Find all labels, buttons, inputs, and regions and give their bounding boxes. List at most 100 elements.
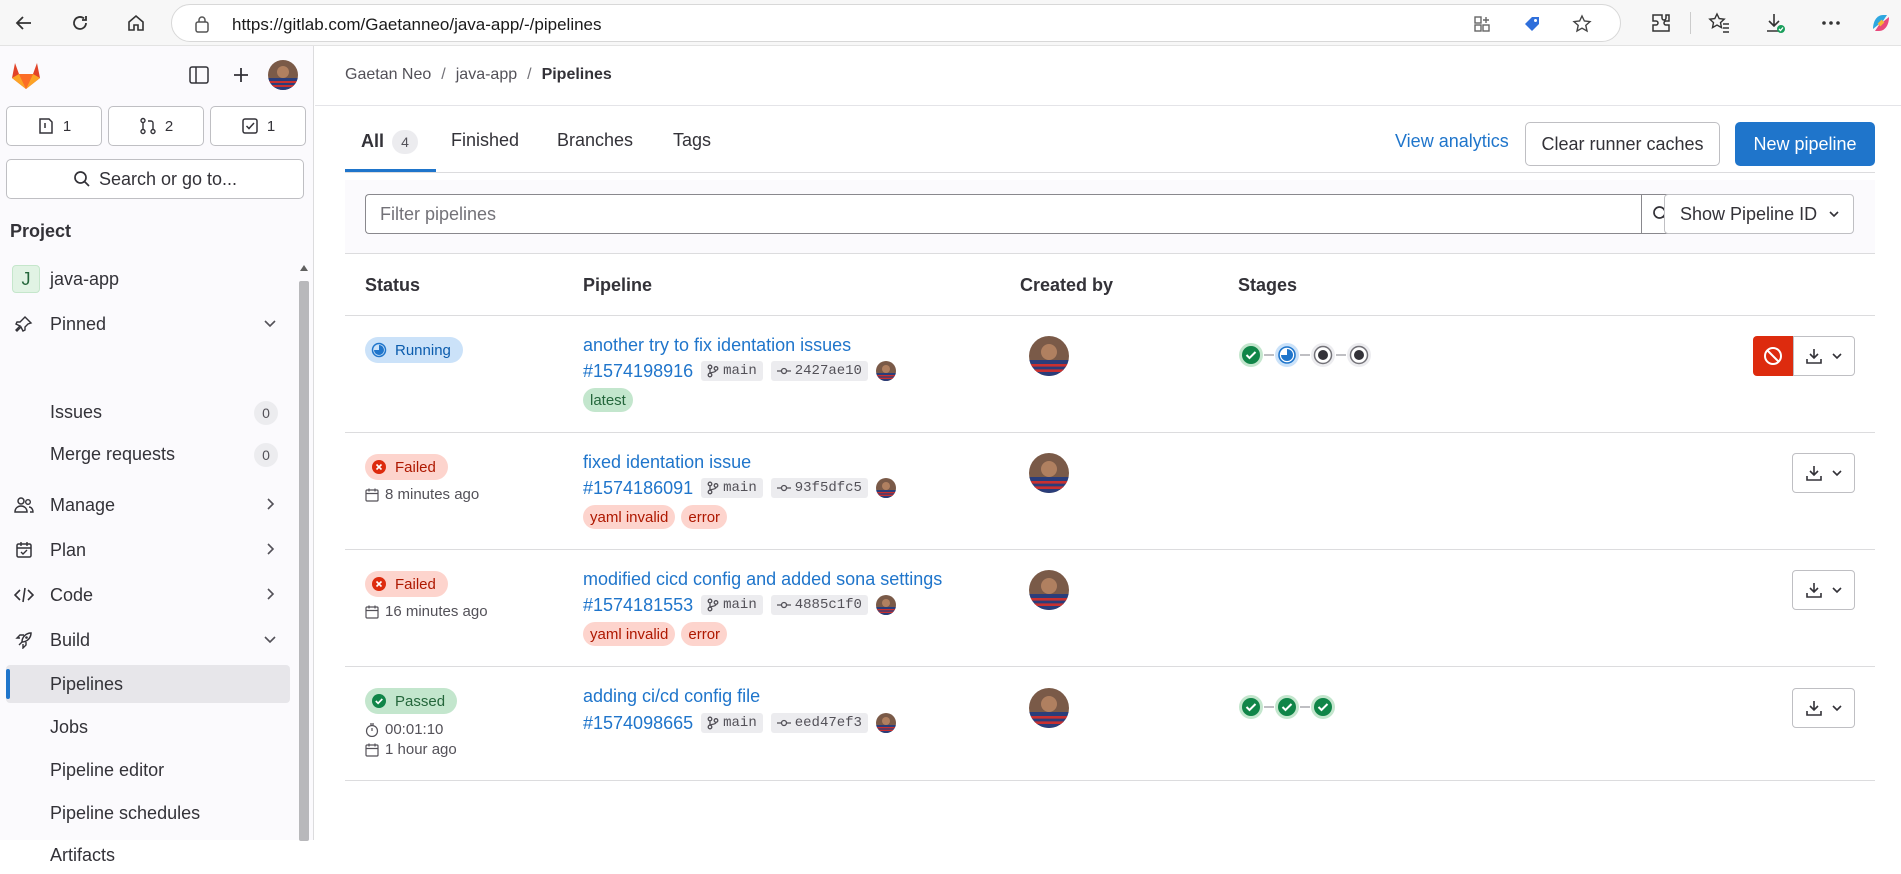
status-badge-running[interactable]: Running [365, 337, 463, 363]
commit-ref[interactable]: 2427ae10 [770, 361, 868, 381]
price-tag-icon[interactable] [1522, 14, 1542, 34]
branch-name: main [723, 597, 757, 613]
sidebar-toggle-icon[interactable] [186, 62, 212, 88]
merge-requests-count: 2 [164, 117, 174, 135]
breadcrumb-project-link[interactable]: java-app [456, 66, 517, 83]
pipeline-tag-yaml-invalid: yaml invalid [583, 505, 676, 529]
pipeline-id-link[interactable]: #1574181553 [583, 595, 693, 616]
creator-avatar[interactable] [1029, 688, 1069, 728]
sidebar-item-pipelines[interactable]: Pipelines [6, 665, 290, 703]
sidebar-item-build[interactable]: Build [6, 621, 290, 659]
commit-author-avatar[interactable] [875, 713, 896, 733]
favorite-star-icon[interactable] [1572, 14, 1592, 34]
create-new-icon[interactable] [228, 62, 254, 88]
commit-author-avatar[interactable] [875, 595, 896, 615]
creator-avatar[interactable] [1029, 336, 1069, 376]
breadcrumb-current[interactable]: Pipelines [542, 66, 612, 83]
pipeline-title-link[interactable]: fixed identation issue [583, 452, 751, 473]
scrollbar-thumb[interactable] [299, 281, 309, 841]
sidebar-item-pinned[interactable]: Pinned [6, 305, 290, 343]
stage-success-icon[interactable] [1238, 694, 1264, 720]
todos-button[interactable]: 1 [210, 106, 306, 146]
status-badge-failed[interactable]: Failed [365, 571, 448, 597]
merge-requests-button[interactable]: 2 [108, 106, 204, 146]
favorites-icon[interactable] [1706, 10, 1732, 36]
sidebar-item-artifacts[interactable]: Artifacts [6, 836, 290, 874]
clear-runner-caches-button[interactable]: Clear runner caches [1525, 122, 1720, 166]
commit-ref[interactable]: 4885c1f0 [770, 595, 868, 615]
sidebar-scrollbar[interactable] [298, 261, 310, 841]
dropdown-label: Show Pipeline ID [1680, 203, 1818, 224]
back-icon[interactable] [8, 7, 40, 39]
home-icon[interactable] [120, 7, 152, 39]
sidebar-item-issues[interactable]: Issues 0 [6, 393, 290, 431]
breadcrumb-owner-link[interactable]: Gaetan Neo [345, 66, 431, 83]
sidebar-item-plan[interactable]: Plan [6, 531, 290, 569]
branch-ref[interactable]: main [701, 361, 763, 381]
commit-ref[interactable]: 93f5dfc5 [770, 478, 868, 498]
table-divider [345, 666, 1875, 667]
pipeline-id-link[interactable]: #1574198916 [583, 361, 693, 382]
lock-icon[interactable] [194, 15, 210, 33]
copilot-icon[interactable] [1868, 10, 1894, 36]
sidebar-item-project[interactable]: J java-app [6, 260, 290, 298]
pipeline-id-link[interactable]: #1574098665 [583, 713, 693, 734]
download-artifacts-button[interactable] [1793, 336, 1855, 376]
creator-avatar[interactable] [1029, 453, 1069, 493]
sidebar-item-merge-requests[interactable]: Merge requests 0 [6, 435, 290, 473]
commit-ref[interactable]: eed47ef3 [770, 713, 868, 733]
pipeline-title-link[interactable]: another try to fix identation issues [583, 335, 851, 356]
branch-ref[interactable]: main [701, 478, 763, 498]
filter-pipelines-input[interactable] [365, 194, 1641, 234]
view-analytics-link[interactable]: View analytics [1395, 131, 1509, 152]
gitlab-logo[interactable] [10, 60, 42, 90]
stage-success-icon[interactable] [1238, 342, 1264, 368]
creator-avatar[interactable] [1029, 570, 1069, 610]
stage-created-icon[interactable] [1310, 342, 1336, 368]
stage-success-icon[interactable] [1310, 694, 1336, 720]
more-options-icon[interactable] [1818, 10, 1844, 36]
calendar-icon [365, 488, 379, 502]
sidebar-item-label: Code [50, 584, 94, 605]
downloads-icon[interactable] [1762, 10, 1788, 36]
tab-all[interactable]: All 4 [361, 130, 419, 170]
url-text[interactable]: https://gitlab.com/Gaetanneo/java-app/-/… [232, 15, 602, 35]
sidebar-item-pipeline-schedules[interactable]: Pipeline schedules [6, 794, 290, 832]
download-artifacts-button[interactable] [1792, 688, 1855, 728]
pipeline-id-link[interactable]: #1574186091 [583, 478, 693, 499]
stage-created-icon[interactable] [1346, 342, 1372, 368]
assigned-issues-button[interactable]: 1 [6, 106, 102, 146]
commit-author-avatar[interactable] [875, 361, 896, 381]
status-badge-passed[interactable]: Passed [365, 688, 458, 714]
stage-success-icon[interactable] [1274, 694, 1300, 720]
extensions-icon[interactable] [1648, 10, 1674, 36]
branch-ref[interactable]: main [701, 595, 763, 615]
search-or-go-button[interactable]: Search or go to... [6, 159, 304, 199]
tab-finished[interactable]: Finished [451, 130, 519, 170]
show-pipeline-id-dropdown[interactable]: Show Pipeline ID [1664, 194, 1854, 234]
cancel-pipeline-button[interactable] [1753, 336, 1793, 376]
status-badge-failed[interactable]: Failed [365, 454, 448, 480]
user-avatar[interactable] [268, 60, 298, 90]
refresh-icon[interactable] [64, 7, 96, 39]
sidebar-item-pipeline-editor[interactable]: Pipeline editor [6, 751, 290, 789]
branch-ref[interactable]: main [701, 713, 763, 733]
pipeline-title-link[interactable]: modified cicd config and added sona sett… [583, 569, 942, 590]
download-artifacts-button[interactable] [1792, 453, 1855, 493]
timer-icon [365, 722, 379, 737]
commit-author-avatar[interactable] [875, 478, 896, 498]
commit-sha: eed47ef3 [794, 715, 862, 731]
tab-tags[interactable]: Tags [673, 130, 711, 170]
new-pipeline-button[interactable]: New pipeline [1735, 122, 1875, 166]
download-artifacts-button[interactable] [1792, 570, 1855, 610]
scroll-up-arrow-icon[interactable] [298, 261, 310, 275]
sidebar-item-manage[interactable]: Manage [6, 486, 290, 524]
sidebar-item-label: Jobs [50, 716, 89, 737]
stage-running-icon[interactable] [1274, 342, 1300, 368]
address-bar[interactable]: https://gitlab.com/Gaetanneo/java-app/-/… [171, 4, 1621, 42]
tab-branches[interactable]: Branches [557, 130, 633, 170]
pipeline-title-link[interactable]: adding ci/cd config file [583, 686, 760, 707]
sidebar-item-jobs[interactable]: Jobs [6, 708, 290, 746]
app-available-icon[interactable] [1472, 14, 1492, 34]
sidebar-item-code[interactable]: Code [6, 576, 290, 614]
